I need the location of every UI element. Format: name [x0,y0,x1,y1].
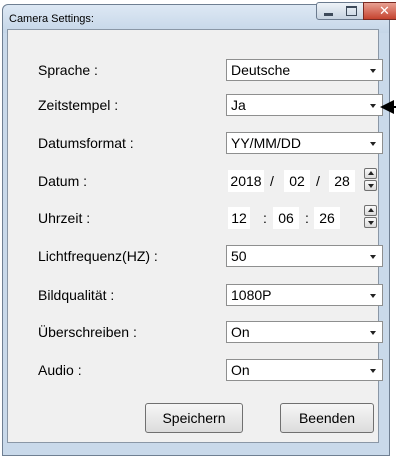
date-label: Datum : [38,173,88,189]
date-format-row: Datumsformat : YY/MM/DD [8,132,383,154]
chevron-down-icon [370,255,376,259]
date-month-field[interactable]: 02 [284,170,310,192]
time-row: Uhrzeit : 12 : 06 : 26 [8,205,380,231]
overwrite-row: Überschreiben : On [8,321,383,343]
time-hour-field[interactable]: 12 [228,207,250,229]
spin-down-button[interactable] [364,217,377,228]
pointer-arrow-icon [380,100,394,114]
close-button[interactable]: ✕ [363,2,396,20]
date-day-field[interactable]: 28 [329,170,355,192]
light-frequency-value: 50 [231,248,247,264]
language-row: Sprache : Deutsche [8,59,383,81]
image-quality-value: 1080P [231,287,272,303]
image-quality-row: Bildqualität : 1080P [8,284,383,306]
date-format-select[interactable]: YY/MM/DD [226,132,383,154]
chevron-down-icon [370,369,376,373]
language-select[interactable]: Deutsche [226,59,383,81]
image-quality-label: Bildqualität : [38,287,115,303]
date-year-field[interactable]: 2018 [228,170,264,192]
timestamp-label: Zeitstempel : [38,97,119,113]
spin-up-button[interactable] [364,168,377,179]
minimize-button[interactable] [316,2,341,20]
window-title: Camera Settings: [9,13,94,25]
timestamp-value: Ja [231,97,246,113]
light-frequency-label: Lichtfrequenz(HZ) : [38,248,158,264]
light-frequency-row: Lichtfrequenz(HZ) : 50 [8,245,383,267]
date-row: Datum : 2018 / 02 / 28 [8,168,380,194]
time-separator: : [263,210,267,226]
time-minute-field[interactable]: 06 [273,207,299,229]
exit-button[interactable]: Beenden [280,403,374,433]
chevron-down-icon [370,142,376,146]
chevron-down-icon [370,331,376,335]
settings-panel: Sprache : Deutsche Zeitstempel : Ja Datu… [7,29,383,443]
maximize-icon [346,6,357,16]
time-spinner[interactable] [364,205,378,231]
audio-select[interactable]: On [226,359,383,381]
image-quality-select[interactable]: 1080P [226,284,383,306]
time-label: Uhrzeit : [38,210,91,226]
chevron-down-icon [370,69,376,73]
spin-down-button[interactable] [364,180,377,191]
audio-label: Audio : [38,362,82,378]
chevron-down-icon [370,294,376,298]
maximize-button[interactable] [340,2,364,20]
language-value: Deutsche [231,62,291,78]
audio-value: On [231,362,250,378]
time-second-field[interactable]: 26 [314,207,340,229]
minimize-icon [324,12,333,16]
overwrite-label: Überschreiben : [38,324,137,340]
close-icon: ✕ [379,3,390,19]
save-button[interactable]: Speichern [145,403,243,433]
audio-row: Audio : On [8,359,383,381]
date-separator: / [270,173,274,189]
timestamp-row: Zeitstempel : Ja [8,94,383,116]
time-separator: : [305,210,309,226]
overwrite-select[interactable]: On [226,321,383,343]
date-separator: / [316,173,320,189]
date-spinner[interactable] [364,168,378,194]
date-format-label: Datumsformat : [38,135,134,151]
chevron-down-icon [370,104,376,108]
overwrite-value: On [231,324,250,340]
spin-up-button[interactable] [364,205,377,216]
timestamp-select[interactable]: Ja [226,94,383,116]
language-label: Sprache : [38,62,98,78]
light-frequency-select[interactable]: 50 [226,245,383,267]
date-format-value: YY/MM/DD [231,135,301,151]
